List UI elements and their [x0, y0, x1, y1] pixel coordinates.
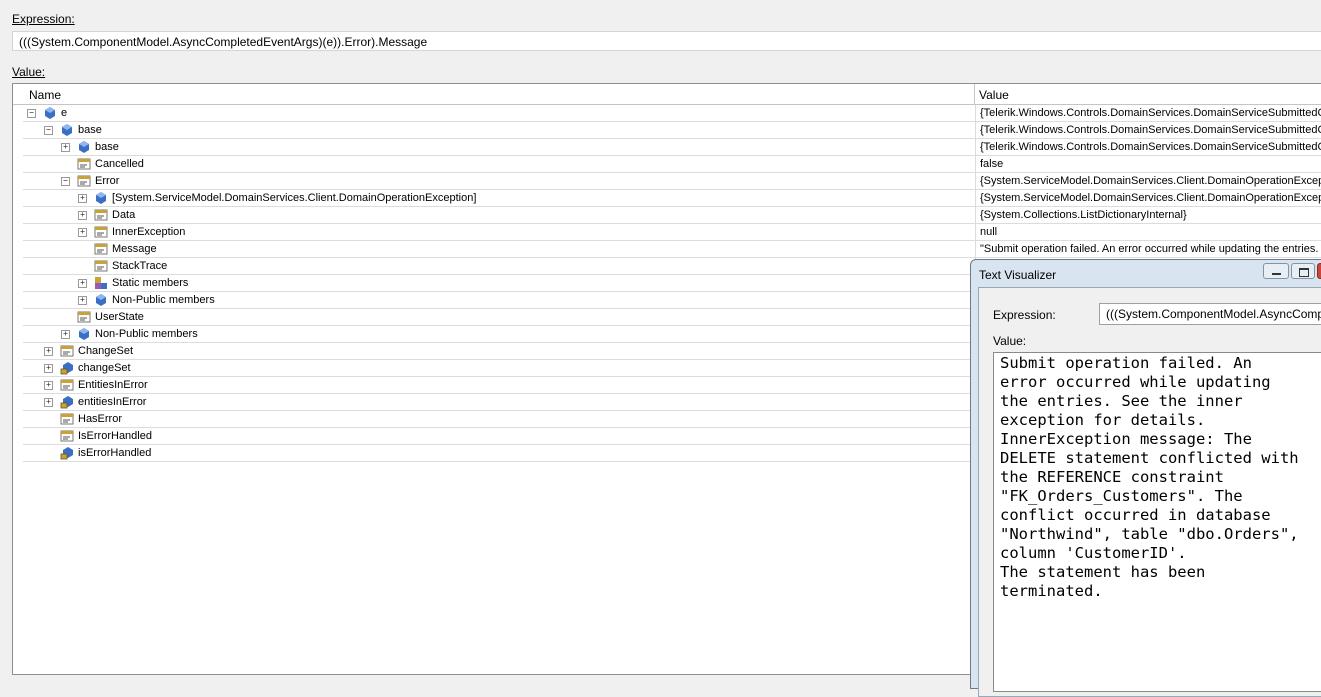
row-name-label: EntitiesInError: [78, 379, 148, 391]
row-name-label: [System.ServiceModel.DomainServices.Clie…: [112, 192, 477, 204]
row-name-label: base: [95, 141, 119, 153]
value-label-text: Value:: [12, 65, 46, 79]
row-value-cell: {Telerik.Windows.Controls.DomainServices…: [975, 105, 1321, 121]
visualizer-expression-label: Expression:: [993, 308, 1056, 322]
expand-icon[interactable]: +: [78, 194, 87, 203]
table-row[interactable]: + base {Telerik.Windows.Controls.DomainSer…: [23, 139, 1321, 156]
collapse-icon[interactable]: −: [61, 177, 70, 186]
field-icon: [94, 191, 108, 205]
property-icon: [60, 429, 74, 443]
expand-icon[interactable]: +: [44, 381, 53, 390]
expand-icon[interactable]: +: [61, 143, 70, 152]
close-button[interactable]: ×: [1317, 263, 1321, 279]
property-icon: [77, 174, 91, 188]
maximize-button[interactable]: [1291, 263, 1315, 279]
row-value-cell: {Telerik.Windows.Controls.DomainServices…: [975, 122, 1321, 138]
property-icon: [94, 259, 108, 273]
row-value-cell: "Submit operation failed. An error occur…: [975, 241, 1321, 257]
field-icon: [94, 293, 108, 307]
row-value-cell: null: [975, 224, 1321, 240]
table-row[interactable]: Cancelled false: [23, 156, 1321, 173]
text-visualizer-body: Expression: (((System.ComponentModel.Asy…: [978, 287, 1321, 697]
maximize-icon: [1299, 268, 1309, 277]
static-members-icon: [94, 276, 108, 290]
property-icon: [94, 242, 108, 256]
property-icon: [60, 378, 74, 392]
property-icon: [60, 412, 74, 426]
expression-label: Expression:: [12, 12, 75, 26]
table-row[interactable]: − Error {System.ServiceModel.DomainService…: [23, 173, 1321, 190]
row-name-label: Non-Public members: [95, 328, 198, 340]
table-row[interactable]: Message "Submit operation failed. An erro…: [23, 241, 1321, 258]
table-row[interactable]: − e {Telerik.Windows.Controls.DomainServic…: [23, 105, 1321, 122]
row-name-label: isErrorHandled: [78, 447, 152, 459]
column-header-value[interactable]: Value: [975, 84, 1321, 104]
private-field-icon: [60, 361, 74, 375]
property-icon: [77, 310, 91, 324]
visualizer-expression-input[interactable]: (((System.ComponentModel.AsyncComp: [1099, 303, 1321, 325]
expand-icon[interactable]: +: [78, 296, 87, 305]
expand-icon[interactable]: +: [44, 347, 53, 356]
property-icon: [77, 157, 91, 171]
property-icon: [94, 208, 108, 222]
row-name-label: InnerException: [112, 226, 186, 238]
row-name-label: UserState: [95, 311, 144, 323]
text-visualizer-window: Text Visualizer × Expression: (((System.…: [970, 259, 1321, 697]
collapse-icon[interactable]: −: [27, 109, 36, 118]
visualizer-value-textbox[interactable]: Submit operation failed. An error occurr…: [993, 352, 1321, 692]
row-value-cell: false: [975, 156, 1321, 172]
text-visualizer-title: Text Visualizer: [979, 268, 1057, 282]
row-name-label: Message: [112, 243, 157, 255]
row-name-label: StackTrace: [112, 260, 168, 272]
private-field-icon: [60, 446, 74, 460]
row-value-cell: {System.Collections.ListDictionaryIntern…: [975, 207, 1321, 223]
field-icon: [77, 140, 91, 154]
row-name-label: e: [61, 107, 68, 119]
row-name-label: entitiesInError: [78, 396, 147, 408]
visualizer-value-label: Value:: [993, 334, 1027, 348]
row-name-label: Cancelled: [95, 158, 144, 170]
expand-icon[interactable]: +: [44, 364, 53, 373]
row-name-label: Static members: [112, 277, 189, 289]
expand-icon[interactable]: +: [44, 398, 53, 407]
row-name-label: HasError: [78, 413, 123, 425]
minimize-button[interactable]: [1263, 263, 1289, 279]
column-header-name[interactable]: Name: [13, 84, 975, 104]
row-name-label: changeSet: [78, 362, 131, 374]
row-name-label: Data: [112, 209, 136, 221]
row-name-label: IsErrorHandled: [78, 430, 152, 442]
field-icon: [43, 106, 57, 120]
field-icon: [60, 123, 74, 137]
table-row[interactable]: + Data {System.Collections.ListDictionaryI…: [23, 207, 1321, 224]
row-value-cell: {System.ServiceModel.DomainServices.Clie…: [975, 173, 1321, 189]
expand-icon[interactable]: +: [78, 279, 87, 288]
private-field-icon: [60, 395, 74, 409]
row-name-label: Non-Public members: [112, 294, 215, 306]
expression-label-text: Expression:: [12, 12, 75, 26]
table-row[interactable]: + [System.ServiceModel.DomainServices.Cli…: [23, 190, 1321, 207]
value-label: Value:: [12, 65, 45, 79]
minimize-icon: [1272, 273, 1281, 275]
grid-header: Name Value: [13, 84, 1321, 105]
row-value-cell: {System.ServiceModel.DomainServices.Clie…: [975, 190, 1321, 206]
row-value-cell: {Telerik.Windows.Controls.DomainServices…: [975, 139, 1321, 155]
expand-icon[interactable]: +: [78, 211, 87, 220]
table-row[interactable]: − base {Telerik.Windows.Controls.DomainSer…: [23, 122, 1321, 139]
row-name-label: base: [78, 124, 102, 136]
field-icon: [77, 327, 91, 341]
property-icon: [94, 225, 108, 239]
row-name-label: ChangeSet: [78, 345, 134, 357]
row-name-label: Error: [95, 175, 120, 187]
property-icon: [60, 344, 74, 358]
expression-input[interactable]: (((System.ComponentModel.AsyncCompletedE…: [12, 31, 1321, 51]
collapse-icon[interactable]: −: [44, 126, 53, 135]
expand-icon[interactable]: +: [78, 228, 87, 237]
expand-icon[interactable]: +: [61, 330, 70, 339]
table-row[interactable]: + InnerException null: [23, 224, 1321, 241]
